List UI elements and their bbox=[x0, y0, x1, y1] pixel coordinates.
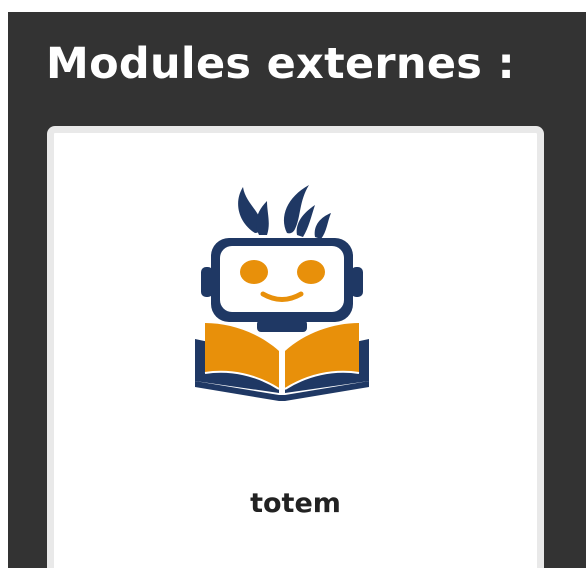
module-card-totem[interactable]: totem bbox=[47, 126, 544, 568]
section-title: Modules externes : bbox=[46, 39, 515, 89]
module-name: totem bbox=[250, 488, 341, 519]
robot-reading-book-icon bbox=[195, 185, 369, 401]
modules-panel: Modules externes : totem bbox=[8, 12, 586, 568]
